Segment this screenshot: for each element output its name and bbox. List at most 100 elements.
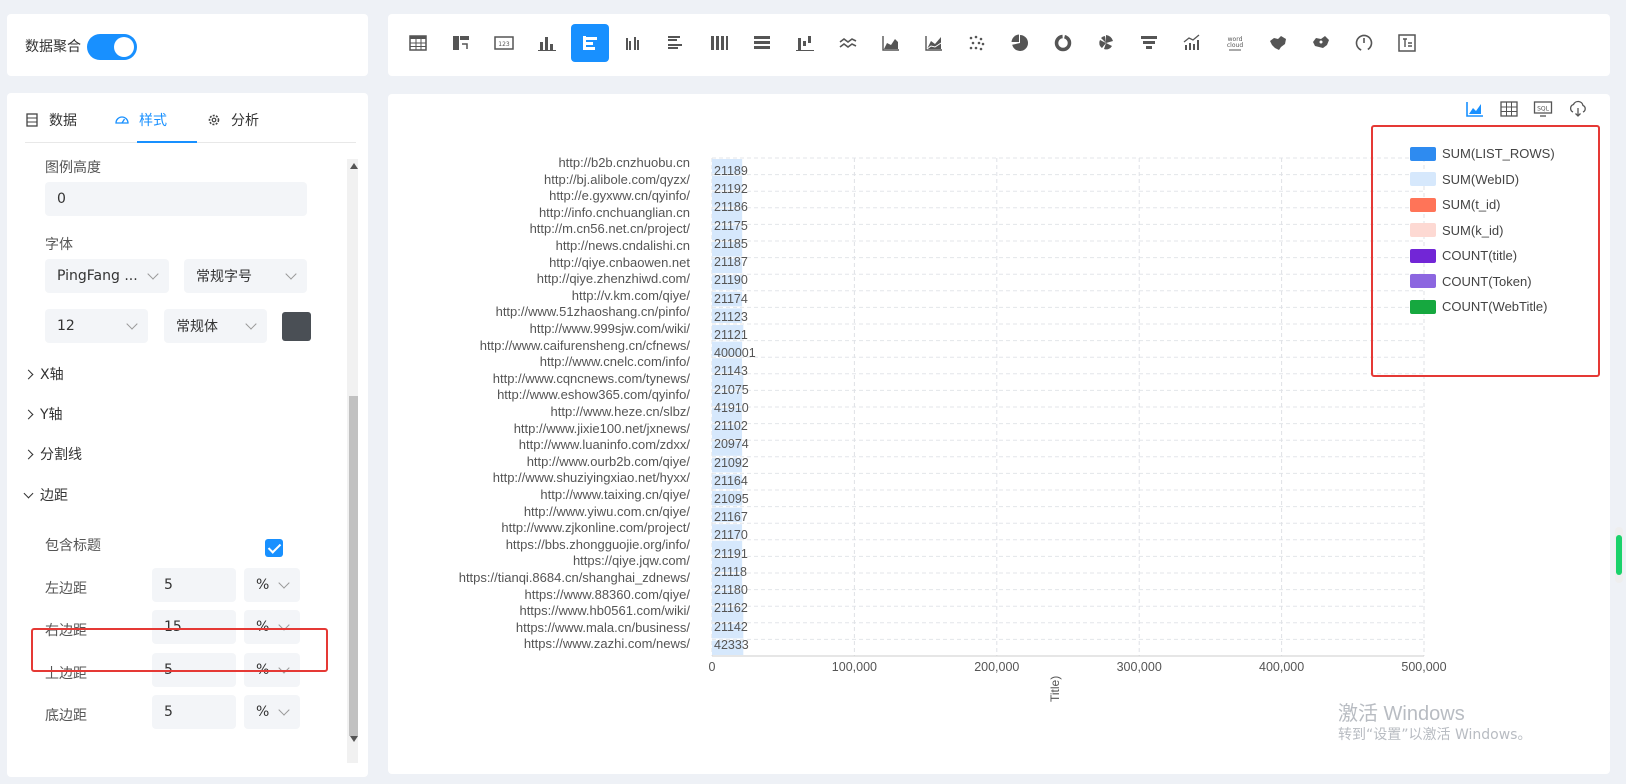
data-label: 21121 (714, 328, 748, 342)
section-margin[interactable]: 边距 (23, 485, 68, 505)
scatter-icon (969, 35, 985, 51)
pie-chart-icon (1011, 34, 1028, 51)
y-tick-label: http://m.cn56.net.cn/project/ (529, 221, 690, 237)
table-icon (409, 35, 427, 51)
chart-type-pivot-table-button[interactable] (442, 24, 480, 62)
chart-type-table-button[interactable] (399, 24, 437, 62)
section-split-line[interactable]: 分割线 (23, 444, 82, 464)
scroll-down-icon[interactable] (350, 736, 358, 742)
aggregation-panel: 数据聚合 (7, 14, 368, 76)
section-label: 边距 (40, 488, 68, 504)
combo-chart-icon (1183, 34, 1200, 50)
font-size-preset-value: 常规字号 (196, 269, 252, 285)
chart-type-line-chart-button[interactable] (829, 24, 867, 62)
chart-type-column-chart-button[interactable] (528, 24, 566, 62)
chart-type-grouped-column-button[interactable] (614, 24, 652, 62)
chart-type-word-cloud-button[interactable]: word cloud (1216, 24, 1254, 62)
y-tick-label: http://www.zjkonline.com/project/ (501, 520, 690, 536)
watermark-title: 激活 Windows (1338, 703, 1465, 725)
font-weight-select[interactable]: 常规体 (164, 309, 267, 343)
legend-height-label: 图例高度 (45, 160, 101, 176)
chart-type-funnel-button[interactable] (1130, 24, 1168, 62)
chart-type-combo-chart-button[interactable] (1173, 24, 1211, 62)
font-family-value: PingFang ... (57, 268, 138, 284)
chart-type-gauge-button[interactable] (1345, 24, 1383, 62)
chevron-down-icon (278, 704, 290, 716)
margin-bottom-unit-select[interactable]: % (244, 695, 300, 729)
y-tick-label: http://qiye.zhenzhiwd.com/ (536, 271, 690, 287)
margin-bottom-input[interactable]: 5 (152, 695, 236, 729)
tab-analysis[interactable]: 分析 (207, 110, 259, 130)
y-tick-label: http://bj.alibole.com/qyzx/ (544, 171, 690, 187)
gear-icon (208, 114, 220, 126)
margin-left-unit-select[interactable]: % (244, 568, 300, 602)
data-label: 21162 (714, 601, 748, 616)
chart-type-text-button[interactable] (1388, 24, 1426, 62)
font-size-select[interactable]: 12 (45, 309, 148, 343)
chart-type-stacked-column-button[interactable] (700, 24, 738, 62)
chart-type-rose-chart-button[interactable] (1087, 24, 1125, 62)
chevron-down-icon (278, 577, 290, 589)
margin-left-value: 5 (164, 577, 173, 593)
aggregation-label: 数据聚合 (25, 39, 81, 55)
font-color-picker[interactable] (282, 312, 311, 341)
section-label: X轴 (40, 367, 64, 383)
side-scroll-indicator[interactable] (1615, 527, 1623, 583)
x-tick-label: 400,000 (1259, 660, 1305, 674)
section-y-axis[interactable]: Y轴 (23, 404, 63, 424)
chevron-right-icon (23, 369, 34, 379)
section-x-axis[interactable]: X轴 (23, 364, 64, 384)
unit-value: % (256, 577, 270, 593)
data-label: 21185 (714, 236, 748, 251)
x-tick-label: 100,000 (831, 660, 877, 674)
y-tick-label: https://www.hb0561.com/wiki/ (519, 603, 690, 619)
data-label: 20974 (714, 437, 749, 452)
svg-text:123: 123 (498, 41, 510, 48)
chart-type-stacked-bar-button[interactable] (743, 24, 781, 62)
chart-type-donut-chart-button[interactable] (1044, 24, 1082, 62)
highlight-right-margin (31, 628, 328, 672)
data-label: 21192 (714, 182, 748, 197)
tab-style[interactable]: 样式 (115, 110, 167, 130)
data-label: 21191 (714, 546, 748, 561)
tab-data[interactable]: 数据 (25, 110, 77, 130)
chart-type-number-card-button[interactable]: 123 (485, 24, 523, 62)
line-chart-icon (839, 38, 857, 48)
chart-type-heat-map-button[interactable] (1302, 24, 1340, 62)
y-tick-label: http://www.taixing.cn/qiye/ (540, 487, 690, 502)
highlight-legend (1371, 125, 1600, 377)
legend-height-input[interactable]: 0 (45, 182, 307, 216)
chart-type-map-button[interactable] (1259, 24, 1297, 62)
data-label: 21118 (714, 564, 747, 579)
chart-type-pie-chart-button[interactable] (1001, 24, 1039, 62)
chart-type-bar-chart-button[interactable] (571, 24, 609, 62)
font-label: 字体 (45, 237, 73, 253)
chart-type-stacked-area-button[interactable] (915, 24, 953, 62)
chart-panel: SQL http://b2b.cnzhuobu.cn http://bj.alib… (388, 94, 1610, 774)
x-tick-label: 300,000 (1116, 660, 1162, 674)
data-label: 21180 (714, 583, 748, 598)
chart-type-area-chart-button[interactable] (872, 24, 910, 62)
chart-type-grouped-bar-button[interactable] (657, 24, 695, 62)
y-tick-label: https://www.zazhi.com/news/ (523, 636, 690, 652)
include-title-checkbox[interactable] (265, 539, 283, 557)
aggregation-toggle[interactable] (87, 34, 137, 60)
chart-type-waterfall-button[interactable] (786, 24, 824, 62)
data-label: 41910 (714, 400, 749, 415)
data-label: 21175 (714, 218, 748, 233)
scroll-up-icon[interactable] (350, 163, 358, 169)
data-label: 21174 (714, 291, 748, 306)
font-size-preset-select[interactable]: 常规字号 (184, 259, 307, 293)
y-tick-label: http://www.heze.cn/slbz/ (550, 404, 690, 419)
include-title-label: 包含标题 (45, 538, 101, 554)
margin-left-input[interactable]: 5 (152, 568, 236, 602)
chart-type-scatter-button[interactable] (958, 24, 996, 62)
y-tick-label: http://www.ourb2b.com/qiye/ (526, 453, 690, 469)
y-tick-label: http://www.cnelc.com/info/ (539, 354, 690, 370)
font-weight-value: 常规体 (176, 319, 218, 335)
y-tick-label: http://info.cnchuanglian.cn (538, 204, 690, 220)
settings-scrollbar-thumb[interactable] (349, 396, 358, 736)
font-family-select[interactable]: PingFang ... (45, 259, 169, 293)
map-icon (1270, 36, 1286, 50)
chevron-down-icon (23, 488, 34, 498)
